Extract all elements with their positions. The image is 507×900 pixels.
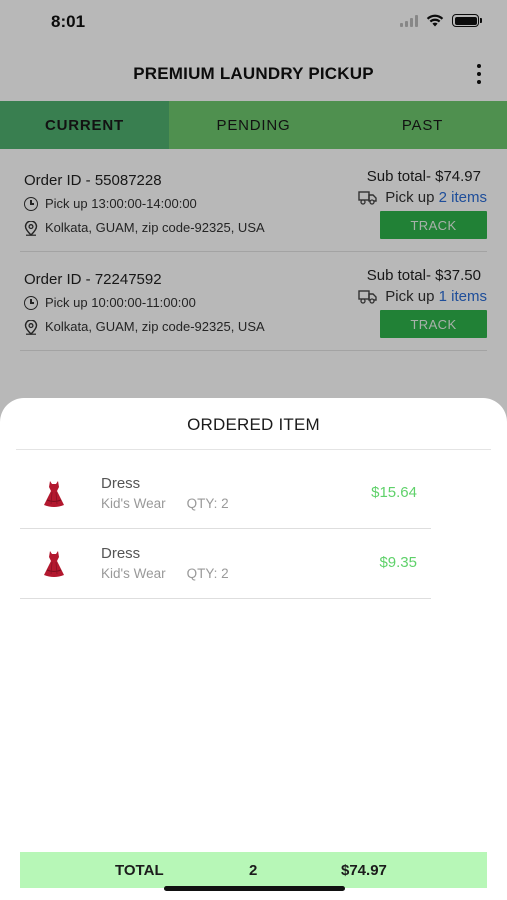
total-label: TOTAL (115, 862, 164, 879)
item-name: Dress (101, 475, 141, 492)
item-category: Kid's Wear (101, 496, 166, 511)
divider (16, 449, 491, 450)
list-item[interactable]: Dress Kid's Wear QTY: 2 $15.64 (20, 459, 431, 529)
total-qty: 2 (249, 862, 258, 879)
item-category: Kid's Wear (101, 566, 166, 581)
item-qty: QTY: 2 (186, 566, 229, 581)
sheet-title: ORDERED ITEM (187, 415, 320, 434)
total-amount: $74.97 (341, 862, 387, 879)
item-details: Kid's Wear QTY: 2 (101, 566, 229, 581)
item-details: Kid's Wear QTY: 2 (101, 496, 229, 511)
ordered-items-sheet: ORDERED ITEM Dress Kid's Wear QTY: 2 $15… (0, 398, 507, 900)
item-name: Dress (101, 545, 141, 562)
total-bar: TOTAL 2 $74.97 (20, 852, 487, 888)
list-item[interactable]: Dress Kid's Wear QTY: 2 $9.35 (20, 529, 431, 599)
home-indicator[interactable] (164, 886, 345, 891)
dress-icon (44, 481, 64, 507)
item-price: $9.35 (379, 554, 417, 571)
dress-icon (44, 551, 64, 577)
item-qty: QTY: 2 (186, 496, 229, 511)
item-price: $15.64 (371, 484, 417, 501)
